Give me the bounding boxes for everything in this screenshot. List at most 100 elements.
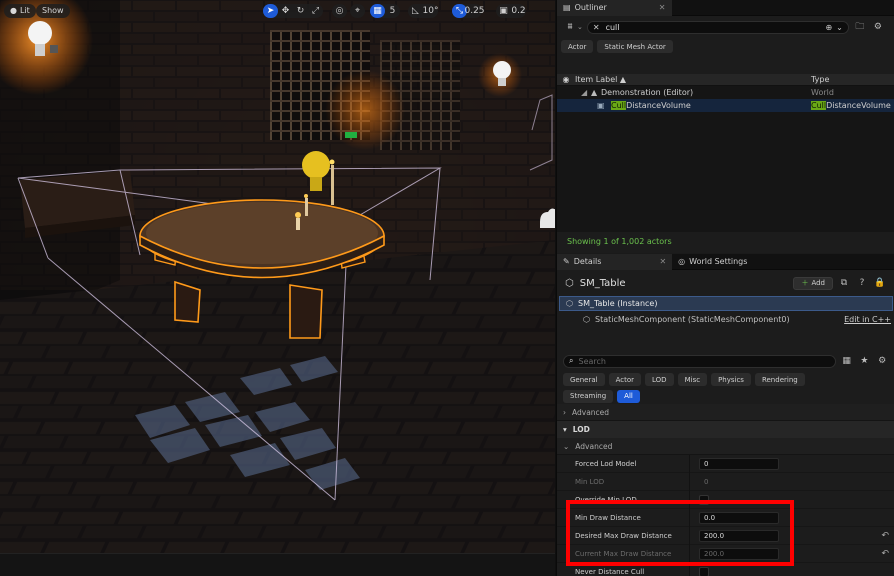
favorite-star-icon[interactable]: ★ (858, 355, 872, 368)
chevron-down-icon: ▾ (563, 425, 567, 434)
prop-current-max-draw-distance: Current Max Draw Distance 200.0 ↶ (557, 544, 894, 563)
forced-lod-model-input[interactable]: 0 (699, 457, 779, 470)
lit-button[interactable]: ● Lit (4, 4, 36, 18)
scale-snap-value: 0.25 (464, 6, 485, 16)
tree-row-world[interactable]: ◢ ▲ Demonstration (Editor) World (557, 86, 894, 99)
filter-tab-physics[interactable]: Physics (711, 373, 751, 386)
add-folder-icon[interactable]: 🗀 (853, 21, 867, 34)
outliner-search-input[interactable]: ✕ cull ⊕ ⌄ (586, 20, 849, 34)
outliner-icon: ▤ (563, 3, 571, 12)
globe-icon: ◎ (335, 6, 344, 16)
help-icon[interactable]: ? (855, 277, 869, 290)
level-viewport[interactable]: ●Lit Show ➤ ✥ ↻ ⤢ ◎ ⌖ ▦ 5 ◺ 10° ⤡ 0.25 (0, 0, 555, 553)
filter-chip-actor[interactable]: Actor (561, 40, 594, 53)
desired-max-draw-distance-input[interactable]: 200.0 (699, 529, 779, 542)
prop-override-min-lod: Override Min LOD (557, 490, 894, 509)
column-item-label[interactable]: Item Label ▲ (575, 75, 811, 84)
settings-icon[interactable]: ⚙ (875, 355, 889, 368)
details-search-input[interactable]: ⌕ Search (563, 354, 836, 368)
actor-name[interactable]: SM_Table (580, 278, 626, 289)
table-view-icon[interactable]: ▦ (840, 355, 854, 368)
lod-advanced-header[interactable]: ⌄ Advanced (557, 438, 894, 455)
search-icon: ⌕ (569, 356, 574, 365)
prop-min-draw-distance: Min Draw Distance 0.0 (557, 508, 894, 527)
tab-outliner[interactable]: ▤ Outliner ✕ (557, 0, 672, 16)
outliner-column-header: ◉ Item Label ▲ Type (557, 74, 894, 86)
chevron-down-icon: ⌄ (577, 23, 583, 31)
lod-category-header[interactable]: ▾ LOD (557, 421, 894, 438)
lit-icon: ● (10, 6, 17, 15)
edit-in-cpp-link[interactable]: Edit in C++ (844, 315, 891, 324)
grid-snap[interactable]: ▦ 5 (370, 4, 400, 18)
camera-speed[interactable]: ▣ 0.2 (496, 4, 526, 18)
lock-icon[interactable]: 🔒 (873, 277, 887, 290)
tab-world-settings[interactable]: ◎ World Settings (672, 254, 753, 270)
filter-tab-all[interactable]: All (617, 389, 640, 403)
level-icon: ▲ (591, 88, 598, 97)
outliner-tree: ◉ Item Label ▲ Type ◢ ▲ Demonstration (E… (557, 74, 894, 232)
unreal-editor: ●Lit Show ➤ ✥ ↻ ⤢ ◎ ⌖ ▦ 5 ◺ 10° ⤡ 0.25 (0, 0, 894, 576)
static-mesh-icon: ⬡ (565, 277, 574, 289)
tab-details[interactable]: ✎ Details ✕ (557, 253, 673, 270)
camera-icon: ▣ (499, 6, 508, 16)
viewport-bottom-bar (0, 553, 555, 576)
move-icon[interactable]: ✥ (278, 4, 293, 18)
scale-icon[interactable]: ⤢ (308, 4, 323, 18)
close-icon[interactable]: ✕ (659, 3, 666, 12)
override-min-lod-checkbox[interactable] (699, 494, 709, 505)
component-row-instance[interactable]: ⬡ SM_Table (Instance) (559, 296, 893, 311)
add-component-button[interactable]: ＋ Add (793, 276, 833, 290)
details-tabbar: ✎ Details ✕ ◎ World Settings (557, 253, 894, 270)
advanced-section-header[interactable]: › Advanced (557, 404, 894, 421)
tree-row-cull-distance-volume[interactable]: ▣ CullDistanceVolume CullDistanceVolume (557, 99, 894, 112)
details-panel: ✎ Details ✕ ◎ World Settings ⬡ SM_Table … (557, 253, 894, 576)
rotation-snap[interactable]: ◺ 10° (408, 4, 438, 18)
current-max-draw-distance-input: 200.0 (699, 547, 779, 560)
filter-tab-misc[interactable]: Misc (677, 373, 708, 386)
component-row-static-mesh[interactable]: ⬡ StaticMeshComponent (StaticMeshCompone… (557, 311, 894, 327)
filter-tab-general[interactable]: General (563, 373, 605, 386)
plus-icon: ＋ (801, 279, 809, 287)
add-filter-icon[interactable]: ⊕ (825, 23, 832, 32)
visibility-icon[interactable]: ◉ (557, 75, 575, 84)
reset-to-default-icon[interactable]: ↶ (881, 531, 889, 541)
select-icon[interactable]: ➤ (263, 4, 278, 18)
viewport-scene (0, 0, 555, 553)
never-distance-cull-checkbox[interactable] (699, 566, 709, 576)
right-panel: ▤ Outliner ✕ ⩩ ⌄ ✕ cull ⊕ ⌄ 🗀 ⚙ Actor St… (556, 0, 894, 576)
filter-tab-actor[interactable]: Actor (608, 373, 642, 386)
filter-tab-streaming[interactable]: Streaming (563, 389, 614, 403)
pencil-icon: ✎ (563, 257, 570, 266)
filter-tab-rendering[interactable]: Rendering (754, 373, 805, 386)
min-draw-distance-input[interactable]: 0.0 (699, 511, 779, 524)
rotation-snap-value: 10° (422, 6, 439, 16)
world-local-toggle[interactable]: ◎ (332, 4, 347, 18)
filter-tab-lod[interactable]: LOD (645, 373, 674, 386)
chevron-down-icon: ⌄ (836, 22, 843, 32)
show-button[interactable]: Show (36, 4, 70, 18)
grid-snap-value: 5 (389, 6, 396, 16)
settings-icon[interactable]: ⚙ (871, 21, 885, 34)
chevron-down-icon: ⌄ (563, 441, 570, 451)
filter-chip-static-mesh-actor[interactable]: Static Mesh Actor (597, 40, 673, 53)
outliner-search-row: ⩩ ⌄ ✕ cull ⊕ ⌄ 🗀 ⚙ (557, 16, 894, 38)
filter-icon[interactable]: ⩩ (563, 21, 577, 34)
expand-arrow-icon[interactable]: ◢ (581, 88, 591, 97)
min-lod-input: 0 (704, 477, 709, 486)
transform-tools: ➤ ✥ ↻ ⤢ (263, 4, 323, 18)
rotate-icon[interactable]: ↻ (293, 4, 308, 18)
clear-search-icon[interactable]: ✕ (593, 23, 600, 32)
prop-min-lod: Min LOD 0 (557, 472, 894, 491)
surface-snap-icon: ⌖ (354, 6, 361, 16)
close-icon[interactable]: ✕ (659, 257, 666, 266)
surface-snap-toggle[interactable]: ⌖ (350, 4, 365, 18)
details-filter-tabs-row2: Streaming All (557, 388, 894, 404)
scale-snap[interactable]: ⤡ 0.25 (452, 4, 485, 18)
column-type[interactable]: Type (811, 75, 829, 84)
reset-to-default-icon[interactable]: ↶ (881, 549, 889, 559)
blueprint-icon[interactable]: ⧉ (837, 277, 851, 290)
static-mesh-icon: ⬡ (566, 299, 573, 308)
outliner-actor-count: Showing 1 of 1,002 actors (557, 232, 894, 250)
details-filter-tabs: General Actor LOD Misc Physics Rendering (557, 371, 894, 388)
volume-icon: ▣ (597, 101, 605, 110)
